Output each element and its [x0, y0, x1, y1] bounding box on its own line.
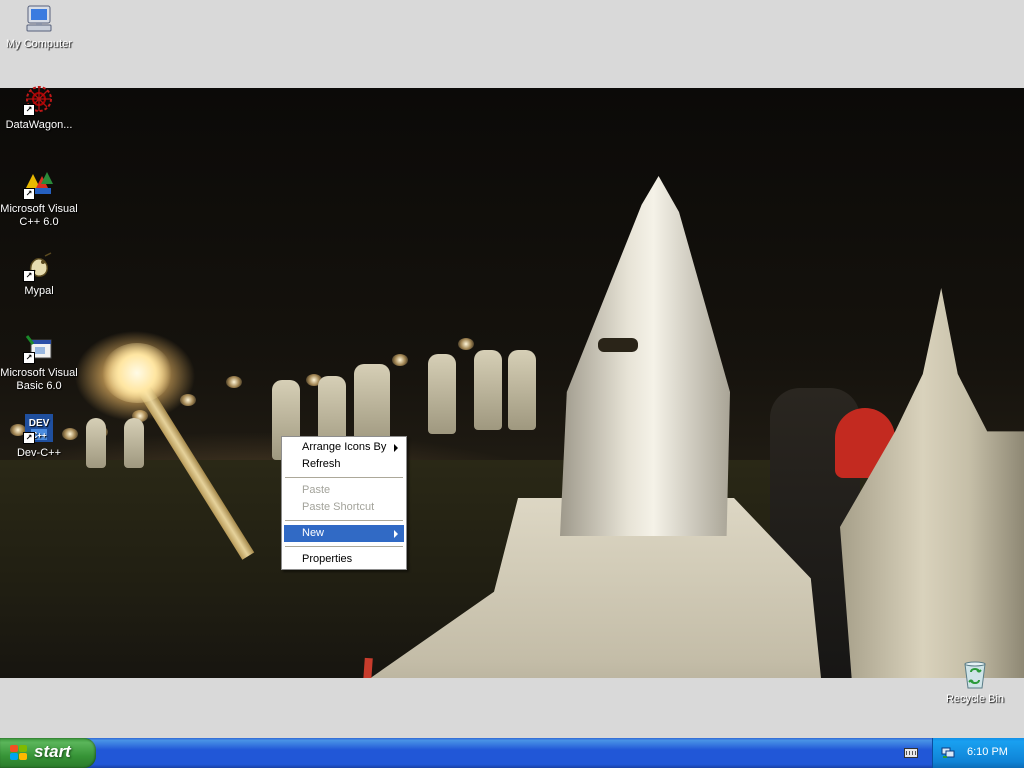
right-robed-figure	[840, 288, 1024, 678]
desktop-icon-recycle-bin[interactable]: Recycle Bin	[936, 658, 1014, 706]
desktop-icon-datawagon[interactable]: ↗ DataWagon...	[0, 84, 78, 132]
desktop-icon-visual-basic[interactable]: ↗ Microsoft Visual Basic 6.0	[0, 332, 78, 393]
menu-separator	[285, 520, 403, 521]
svg-text:DEV: DEV	[29, 418, 50, 429]
shortcut-arrow-icon: ↗	[23, 188, 35, 200]
submenu-arrow-icon	[394, 444, 398, 452]
torch-light	[458, 338, 474, 350]
desktop-icon-label: Mypal	[24, 285, 54, 297]
recycle-bin-icon	[959, 658, 991, 690]
background-figure	[508, 350, 536, 430]
background-figure	[428, 354, 456, 434]
taskbar: start 6:10 PM	[0, 738, 1024, 768]
shortcut-arrow-icon: ↗	[23, 352, 35, 364]
desktop-icon-label: Recycle Bin	[945, 693, 1005, 705]
submenu-arrow-icon	[394, 530, 398, 538]
menu-item-label: New	[302, 527, 325, 539]
torch-light	[180, 394, 196, 406]
desktop-icon-label: Microsoft Visual Basic 6.0	[0, 367, 78, 392]
background-figure	[124, 418, 144, 468]
network-icon[interactable]	[941, 745, 955, 759]
menu-item-label: Arrange Icons By	[302, 441, 387, 453]
visual-cpp-icon: ↗	[23, 168, 55, 200]
clock[interactable]: 6:10 PM	[967, 746, 1008, 758]
desktop-icon-visual-cpp[interactable]: ↗ Microsoft Visual C++ 6.0	[0, 168, 78, 229]
desktop-icon-label: Microsoft Visual C++ 6.0	[0, 203, 78, 228]
menu-item-paste-shortcut: Paste Shortcut	[284, 499, 404, 516]
menu-item-paste: Paste	[284, 482, 404, 499]
desktop-icon-label: DataWagon...	[5, 119, 73, 131]
hood-eyeholes	[598, 338, 638, 352]
menu-item-properties[interactable]: Properties	[284, 551, 404, 568]
start-label: start	[34, 742, 71, 761]
desktop-wallpaper	[0, 88, 1024, 678]
menu-item-label: Refresh	[302, 458, 341, 470]
dev-cpp-icon: DEV C++ ↗	[23, 412, 55, 444]
desktop-context-menu: Arrange Icons By Refresh Paste Paste Sho…	[281, 436, 407, 570]
main-robed-figure-hood	[560, 176, 730, 536]
system-tray: 6:10 PM	[932, 738, 1024, 768]
desktop-icon-label: My Computer	[5, 38, 73, 50]
menu-item-label: Properties	[302, 553, 353, 565]
background-figure	[354, 364, 390, 444]
windows-logo-icon	[10, 745, 28, 761]
torch-light	[226, 376, 242, 388]
menu-item-refresh[interactable]: Refresh	[284, 456, 404, 473]
menu-item-arrange-icons-by[interactable]: Arrange Icons By	[284, 439, 404, 456]
menu-item-new[interactable]: New	[284, 525, 404, 542]
datawagon-icon: ↗	[23, 84, 55, 116]
background-figure	[86, 418, 106, 468]
background-figure	[474, 350, 502, 430]
menu-separator	[285, 546, 403, 547]
mypal-icon: ↗	[23, 250, 55, 282]
desktop-icon-dev-cpp[interactable]: DEV C++ ↗ Dev-C++	[0, 412, 78, 460]
menu-separator	[285, 477, 403, 478]
menu-item-label: Paste Shortcut	[302, 501, 375, 513]
torch-flame	[102, 343, 172, 403]
menu-item-label: Paste	[302, 484, 331, 496]
torch-light	[392, 354, 408, 366]
shortcut-arrow-icon: ↗	[23, 104, 35, 116]
keyboard-icon[interactable]	[904, 748, 918, 758]
shortcut-arrow-icon: ↗	[23, 270, 35, 282]
visual-basic-icon: ↗	[23, 332, 55, 364]
shortcut-arrow-icon: ↗	[23, 432, 35, 444]
desktop-icon-mypal[interactable]: ↗ Mypal	[0, 250, 78, 298]
my-computer-icon	[23, 3, 55, 35]
desktop-icon-label: Dev-C++	[16, 447, 62, 459]
desktop-icon-my-computer[interactable]: My Computer	[0, 3, 78, 51]
start-button[interactable]: start	[0, 738, 96, 768]
